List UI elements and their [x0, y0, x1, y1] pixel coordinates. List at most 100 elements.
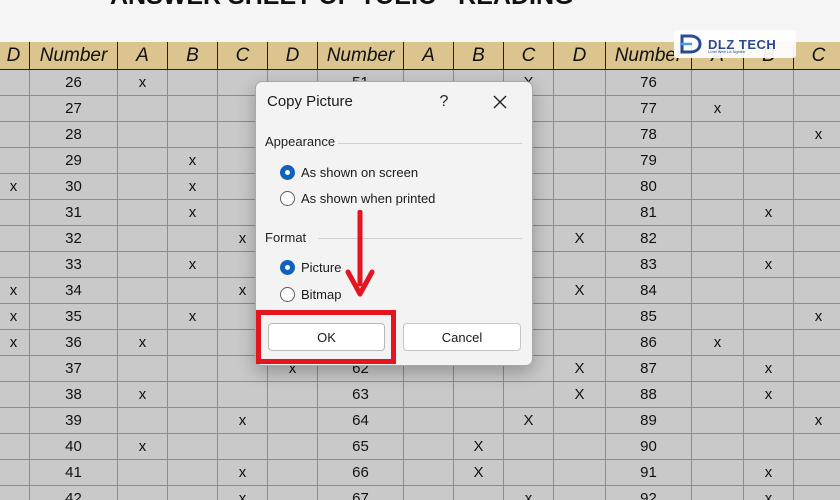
table-cell[interactable] — [118, 96, 168, 122]
table-cell[interactable]: 92 — [606, 486, 692, 500]
header-cell[interactable]: C — [218, 42, 268, 70]
table-cell[interactable] — [0, 460, 30, 486]
table-cell[interactable] — [744, 304, 794, 330]
table-cell[interactable] — [744, 96, 794, 122]
table-cell[interactable] — [168, 96, 218, 122]
table-cell[interactable] — [794, 330, 840, 356]
table-cell[interactable] — [404, 460, 454, 486]
table-cell[interactable]: x — [168, 148, 218, 174]
table-cell[interactable] — [744, 408, 794, 434]
table-cell[interactable]: 29 — [30, 148, 118, 174]
radio-selected-icon[interactable] — [280, 259, 295, 275]
table-cell[interactable]: X — [454, 434, 504, 460]
table-cell[interactable]: 67 — [318, 486, 404, 500]
table-cell[interactable]: 27 — [30, 96, 118, 122]
table-cell[interactable] — [692, 148, 744, 174]
table-cell[interactable] — [554, 96, 606, 122]
table-cell[interactable] — [168, 460, 218, 486]
table-cell[interactable]: X — [454, 460, 504, 486]
table-cell[interactable] — [692, 382, 744, 408]
table-cell[interactable] — [554, 304, 606, 330]
table-cell[interactable]: x — [118, 70, 168, 96]
table-cell[interactable] — [692, 486, 744, 500]
table-cell[interactable] — [404, 434, 454, 460]
table-cell[interactable]: 66 — [318, 460, 404, 486]
table-cell[interactable]: x — [218, 460, 268, 486]
table-cell[interactable] — [118, 486, 168, 500]
table-cell[interactable] — [118, 304, 168, 330]
table-cell[interactable] — [268, 382, 318, 408]
header-cell[interactable]: D — [0, 42, 30, 70]
table-cell[interactable] — [0, 408, 30, 434]
table-cell[interactable]: x — [744, 252, 794, 278]
table-cell[interactable] — [554, 174, 606, 200]
table-cell[interactable] — [118, 226, 168, 252]
radio-unselected-icon[interactable] — [280, 286, 295, 302]
table-cell[interactable]: 38 — [30, 382, 118, 408]
table-cell[interactable] — [794, 200, 840, 226]
table-cell[interactable] — [0, 70, 30, 96]
table-cell[interactable]: x — [218, 408, 268, 434]
table-cell[interactable]: 28 — [30, 122, 118, 148]
table-cell[interactable] — [504, 382, 554, 408]
table-cell[interactable] — [554, 330, 606, 356]
radio-as-shown-when-printed[interactable]: As shown when printed — [280, 188, 435, 208]
table-cell[interactable] — [218, 434, 268, 460]
table-cell[interactable] — [118, 460, 168, 486]
table-cell[interactable] — [744, 278, 794, 304]
table-cell[interactable] — [404, 486, 454, 500]
table-cell[interactable]: x — [0, 278, 30, 304]
table-cell[interactable] — [744, 330, 794, 356]
table-cell[interactable] — [692, 200, 744, 226]
table-cell[interactable]: x — [118, 382, 168, 408]
table-cell[interactable]: 78 — [606, 122, 692, 148]
table-cell[interactable]: 42 — [30, 486, 118, 500]
table-cell[interactable] — [0, 252, 30, 278]
table-cell[interactable] — [692, 304, 744, 330]
table-cell[interactable]: X — [554, 356, 606, 382]
table-cell[interactable] — [692, 252, 744, 278]
table-cell[interactable] — [794, 434, 840, 460]
table-cell[interactable]: x — [794, 122, 840, 148]
table-cell[interactable] — [268, 486, 318, 500]
table-cell[interactable] — [0, 148, 30, 174]
table-cell[interactable] — [744, 174, 794, 200]
table-cell[interactable]: x — [0, 304, 30, 330]
table-cell[interactable]: X — [554, 278, 606, 304]
table-cell[interactable] — [692, 122, 744, 148]
table-cell[interactable] — [554, 460, 606, 486]
table-cell[interactable] — [554, 148, 606, 174]
table-cell[interactable]: 64 — [318, 408, 404, 434]
table-cell[interactable] — [118, 200, 168, 226]
header-cell[interactable]: A — [118, 42, 168, 70]
table-cell[interactable] — [794, 252, 840, 278]
table-cell[interactable] — [168, 122, 218, 148]
table-cell[interactable] — [118, 174, 168, 200]
table-cell[interactable]: x — [504, 486, 554, 500]
table-cell[interactable] — [118, 356, 168, 382]
table-cell[interactable] — [0, 226, 30, 252]
table-cell[interactable]: x — [794, 304, 840, 330]
table-cell[interactable]: x — [168, 252, 218, 278]
table-cell[interactable] — [692, 434, 744, 460]
table-cell[interactable] — [504, 460, 554, 486]
table-cell[interactable]: 33 — [30, 252, 118, 278]
table-cell[interactable] — [118, 148, 168, 174]
table-cell[interactable] — [454, 486, 504, 500]
table-cell[interactable]: X — [504, 408, 554, 434]
table-cell[interactable]: 35 — [30, 304, 118, 330]
table-cell[interactable] — [454, 408, 504, 434]
radio-selected-icon[interactable] — [280, 164, 295, 180]
table-cell[interactable]: 77 — [606, 96, 692, 122]
table-cell[interactable] — [218, 382, 268, 408]
table-cell[interactable]: x — [794, 408, 840, 434]
table-cell[interactable] — [692, 174, 744, 200]
radio-unselected-icon[interactable] — [280, 190, 295, 206]
table-cell[interactable] — [794, 226, 840, 252]
table-cell[interactable]: 82 — [606, 226, 692, 252]
table-cell[interactable]: 85 — [606, 304, 692, 330]
table-cell[interactable] — [692, 408, 744, 434]
table-cell[interactable] — [744, 122, 794, 148]
header-cell[interactable]: Number — [30, 42, 118, 70]
table-cell[interactable] — [744, 226, 794, 252]
